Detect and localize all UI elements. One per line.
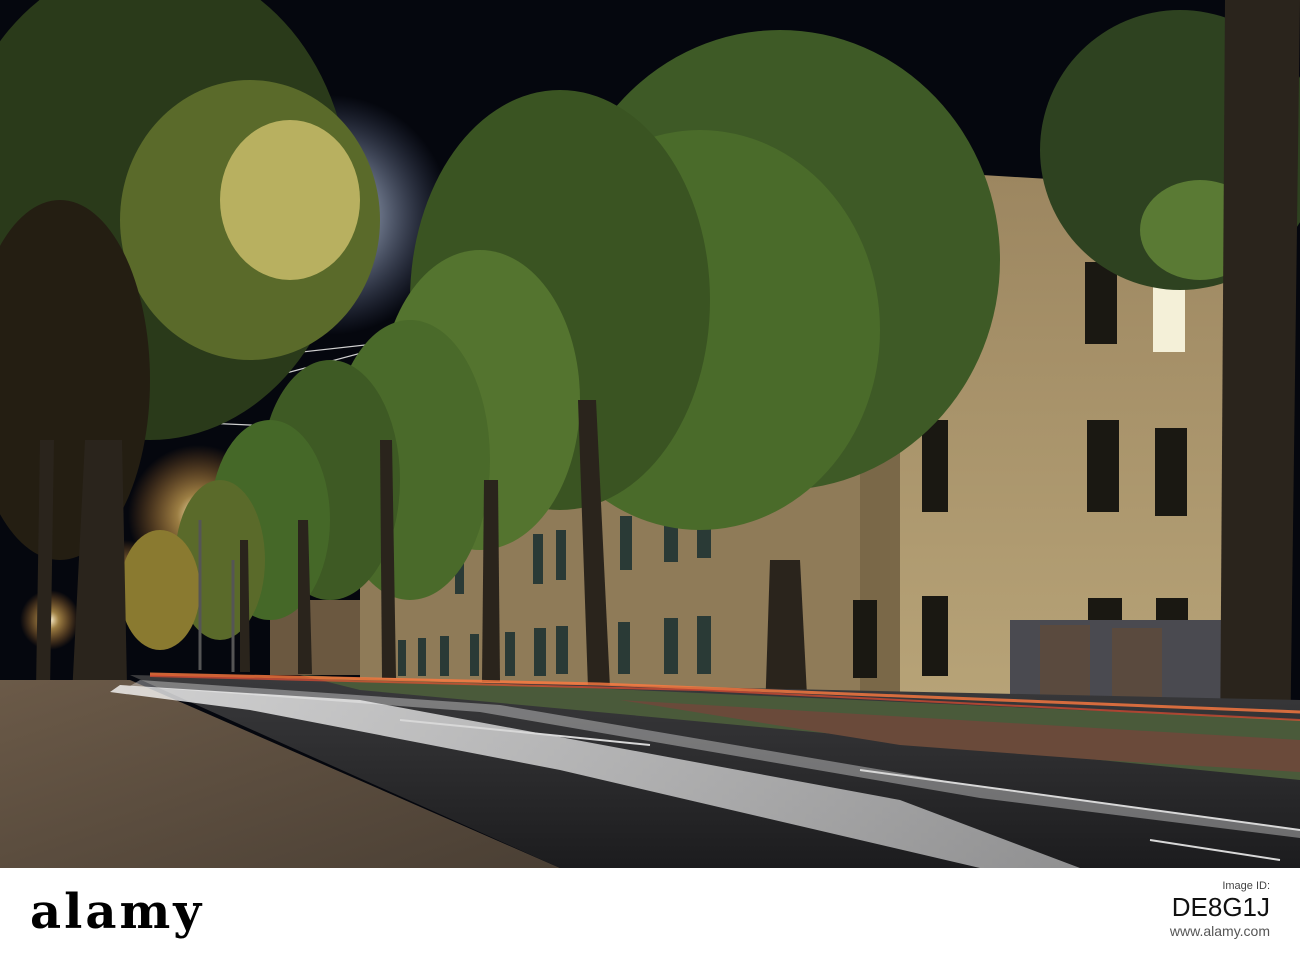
image-id: DE8G1J <box>1171 892 1270 922</box>
stock-photo-page: alamy Image ID: DE8G1J www.alamy.com <box>0 0 1300 956</box>
building-window <box>922 596 948 676</box>
site-url: www.alamy.com <box>1169 923 1270 939</box>
stock-photo-footer: alamy Image ID: DE8G1J www.alamy.com <box>0 868 1300 956</box>
night-street-scene <box>0 0 1300 868</box>
image-id-label: Image ID: <box>1222 880 1270 892</box>
alamy-logo: alamy <box>30 884 230 940</box>
building-window <box>1087 420 1119 512</box>
building-window <box>1155 428 1187 516</box>
night-street-photo <box>0 0 1300 868</box>
building-window <box>1085 262 1117 344</box>
building-window <box>853 600 877 678</box>
image-id-block: Image ID: DE8G1J www.alamy.com <box>1170 880 1270 940</box>
building-window <box>922 420 948 512</box>
brand-wordmark: alamy <box>30 884 205 940</box>
